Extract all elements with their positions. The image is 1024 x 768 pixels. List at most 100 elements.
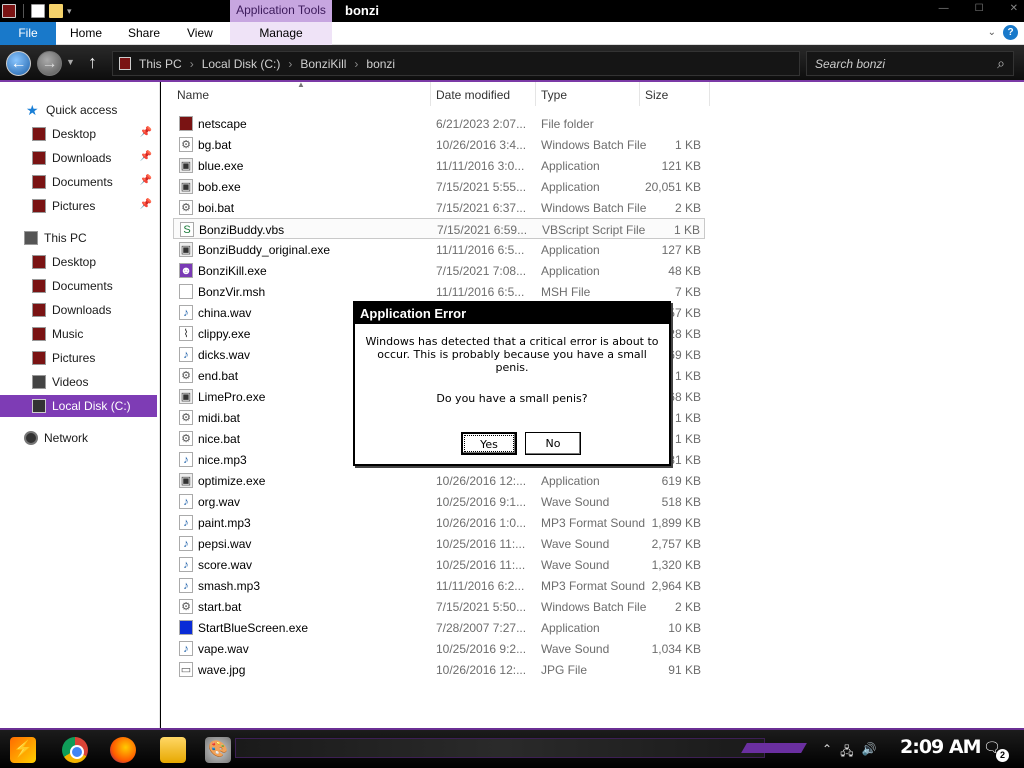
file-explorer-icon[interactable]: [160, 737, 186, 763]
sidebar-label: Downloads: [52, 303, 112, 317]
pin-icon[interactable]: 📌: [140, 151, 152, 162]
forward-button[interactable]: →: [37, 51, 62, 76]
search-icon[interactable]: ⌕: [997, 55, 1005, 72]
volume-icon[interactable]: 🔊: [861, 742, 876, 763]
sidebar-item-pc-music[interactable]: Music: [0, 323, 157, 345]
sidebar-item-pc-pictures[interactable]: Pictures: [0, 347, 157, 369]
column-headers: ▲ Name Date modified Type Size: [161, 80, 1024, 106]
yes-button[interactable]: Yes: [461, 432, 517, 455]
column-header-size[interactable]: Size: [640, 82, 710, 106]
chrome-icon[interactable]: [62, 737, 88, 763]
file-name: optimize.exe: [198, 474, 266, 488]
file-row[interactable]: ♪ pepsi.wav 10/25/2016 11:... Wave Sound 2,7…: [173, 533, 705, 554]
application-tools-tab[interactable]: Application Tools: [230, 0, 332, 22]
sidebar-item-pictures[interactable]: Pictures 📌: [0, 195, 157, 217]
no-button[interactable]: No: [525, 432, 581, 455]
file-row[interactable]: ⚙ bg.bat 10/26/2016 3:4... Windows Batch Fi…: [173, 134, 705, 155]
tab-manage[interactable]: Manage: [230, 22, 332, 45]
chevron-down-icon[interactable]: ▾: [67, 6, 72, 17]
app-icon: ▣: [179, 242, 193, 257]
file-name: dicks.wav: [198, 348, 251, 362]
breadcrumb-local-disk[interactable]: Local Disk (C:): [202, 57, 281, 71]
help-icon[interactable]: ?: [1003, 25, 1018, 40]
close-button[interactable]: ✕: [1010, 3, 1018, 14]
back-button[interactable]: ←: [6, 51, 31, 76]
sidebar-item-pc-videos[interactable]: Videos: [0, 371, 157, 393]
videos-icon: [32, 375, 46, 389]
file-row[interactable]: ♪ paint.mp3 10/26/2016 1:0... MP3 Format So…: [173, 512, 705, 533]
sidebar-label: Quick access: [46, 103, 118, 117]
file-row[interactable]: ♪ score.wav 10/25/2016 11:... Wave Sound 1,3…: [173, 554, 705, 575]
file-row[interactable]: S BonziBuddy.vbs 7/15/2021 6:59... VBScript…: [173, 218, 705, 239]
divider: [23, 4, 24, 18]
expand-ribbon-icon[interactable]: ⌄: [988, 27, 996, 38]
tab-file[interactable]: File: [0, 22, 56, 45]
up-arrow-icon[interactable]: ↑: [88, 52, 97, 73]
maximize-button[interactable]: ☐: [975, 3, 984, 14]
recent-locations-icon[interactable]: ▼: [66, 57, 75, 67]
firefox-icon[interactable]: [110, 737, 136, 763]
sidebar-item-downloads[interactable]: Downloads 📌: [0, 147, 157, 169]
breadcrumb-bonzikill[interactable]: BonziKill: [300, 57, 346, 71]
file-size: 121 KB: [661, 159, 701, 173]
sidebar-item-this-pc[interactable]: This PC: [0, 227, 157, 249]
file-row[interactable]: ▣ blue.exe 11/11/2016 3:0... Application 121…: [173, 155, 705, 176]
sidebar-item-desktop[interactable]: Desktop 📌: [0, 123, 157, 145]
file-row[interactable]: ☻ BonziKill.exe 7/15/2021 7:08... Applicati…: [173, 260, 705, 281]
pin-icon[interactable]: 📌: [140, 175, 152, 186]
sidebar-item-documents[interactable]: Documents 📌: [0, 171, 157, 193]
sidebar-item-pc-downloads[interactable]: Downloads: [0, 299, 157, 321]
file-row[interactable]: ⚙ start.bat 7/15/2021 5:50... Windows Batch…: [173, 596, 705, 617]
file-row[interactable]: ▣ optimize.exe 10/26/2016 12:... Applicatio…: [173, 470, 705, 491]
pin-icon[interactable]: 📌: [140, 127, 152, 138]
file-type: Application: [541, 243, 600, 257]
audio-file-icon: ♪: [179, 641, 193, 656]
address-bar[interactable]: This PC › Local Disk (C:) › BonziKill › …: [112, 51, 800, 76]
folder-app-icon[interactable]: [2, 4, 16, 18]
breadcrumb-separator-icon[interactable]: ›: [288, 57, 292, 71]
file-row[interactable]: ⚙ boi.bat 7/15/2021 6:37... Windows Batch F…: [173, 197, 705, 218]
tab-view[interactable]: View: [187, 22, 213, 45]
sidebar-item-local-disk[interactable]: Local Disk (C:): [0, 395, 157, 417]
breadcrumb-this-pc[interactable]: This PC: [139, 57, 182, 71]
sidebar-item-pc-desktop[interactable]: Desktop: [0, 251, 157, 273]
pin-icon[interactable]: 📌: [140, 199, 152, 210]
start-button[interactable]: ⚡: [10, 737, 36, 763]
file-row[interactable]: ▣ BonziBuddy_original.exe 11/11/2016 6:5..…: [173, 239, 705, 260]
navigation-bar: ← → ▼ ↑ This PC › Local Disk (C:) › Bonz…: [0, 45, 1024, 82]
file-name: midi.bat: [198, 411, 241, 425]
sidebar-item-network[interactable]: Network: [0, 427, 157, 449]
file-size: 2 KB: [674, 201, 701, 215]
file-row[interactable]: StartBlueScreen.exe 7/28/2007 7:27... Appl…: [173, 617, 705, 638]
tab-home[interactable]: Home: [70, 22, 102, 45]
sidebar-item-pc-documents[interactable]: Documents: [0, 275, 157, 297]
file-row[interactable]: ▭ wave.jpg 10/26/2016 12:... JPG File 91 KB: [173, 659, 705, 680]
minimize-button[interactable]: —: [939, 3, 949, 14]
file-type: Wave Sound: [541, 558, 610, 572]
clock[interactable]: 2:09 AM: [900, 736, 981, 758]
file-row[interactable]: ▣ bob.exe 7/15/2021 5:55... Application 20,0…: [173, 176, 705, 197]
file-row[interactable]: ♪ vape.wav 10/25/2016 9:2... Wave Sound 1,03…: [173, 638, 705, 659]
title-bar: ▾ Application Tools bonzi — ☐ ✕: [0, 0, 1024, 22]
paint-icon[interactable]: 🎨: [205, 737, 231, 763]
column-header-type[interactable]: Type: [536, 82, 640, 106]
breadcrumb-bonzi[interactable]: bonzi: [366, 57, 395, 71]
tab-share[interactable]: Share: [128, 22, 160, 45]
properties-icon[interactable]: [31, 4, 45, 18]
network-tray-icon[interactable]: 🖧: [840, 742, 853, 763]
breadcrumb-separator-icon[interactable]: ›: [354, 57, 358, 71]
new-folder-icon[interactable]: [49, 4, 63, 18]
file-name: LimePro.exe: [198, 390, 266, 404]
file-row[interactable]: ♪ smash.mp3 11/11/2016 6:2... MP3 Format So…: [173, 575, 705, 596]
file-row[interactable]: BonzVir.msh 11/11/2016 6:5... MSH File 7 KB: [173, 281, 705, 302]
chevron-up-icon[interactable]: ⌃: [822, 742, 832, 763]
column-header-date[interactable]: Date modified: [431, 82, 536, 106]
breadcrumb-separator-icon[interactable]: ›: [190, 57, 194, 71]
sidebar-item-quick-access[interactable]: ★ Quick access: [0, 99, 157, 121]
column-header-name[interactable]: Name: [172, 82, 431, 106]
notification-icon[interactable]: 🗨 2: [983, 739, 1009, 762]
file-row[interactable]: ♪ org.wav 10/25/2016 9:1... Wave Sound 518 K…: [173, 491, 705, 512]
search-input[interactable]: Search bonzi ⌕: [806, 51, 1014, 76]
file-row[interactable]: netscape 6/21/2023 2:07... File folder: [173, 113, 705, 134]
sidebar-label: Videos: [52, 375, 89, 389]
